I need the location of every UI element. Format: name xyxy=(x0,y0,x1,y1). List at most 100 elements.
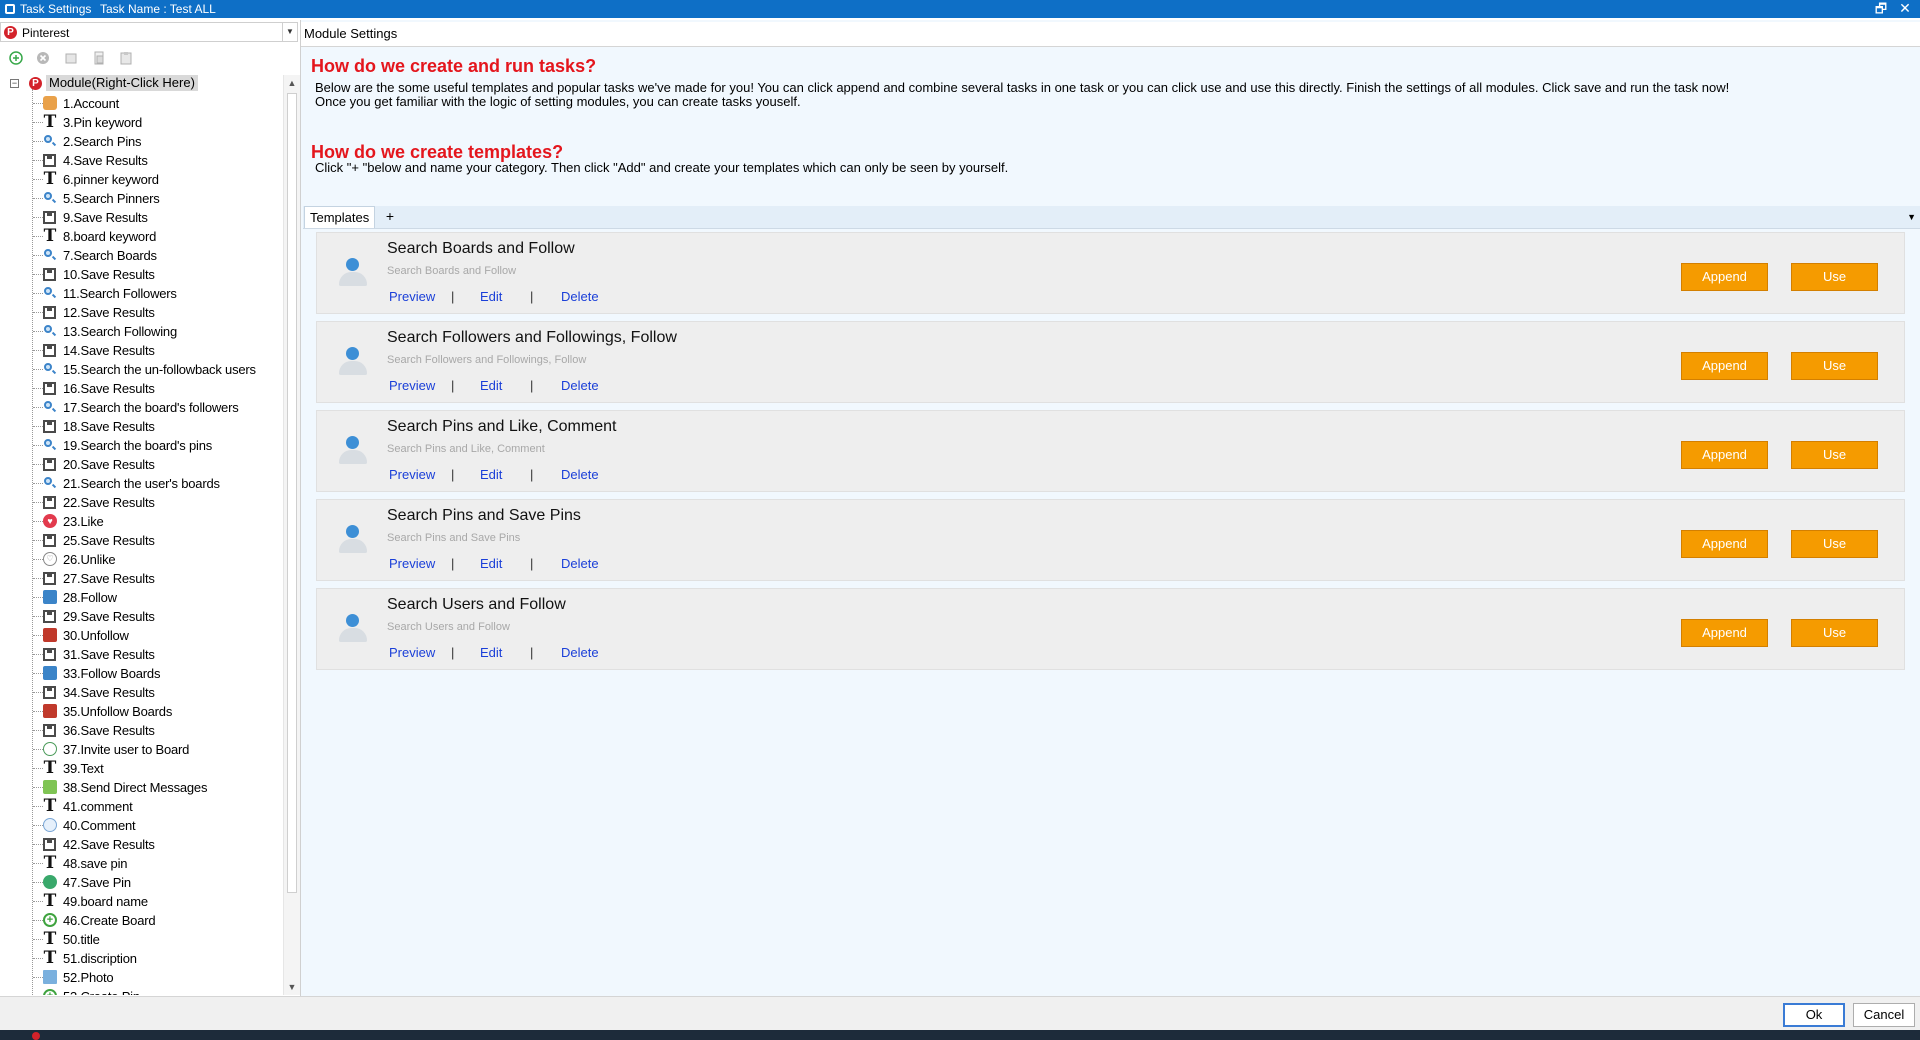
tree-item-label[interactable]: 17.Search the board's followers xyxy=(63,400,239,415)
tree-item-label[interactable]: 11.Search Followers xyxy=(63,286,177,301)
preview-link[interactable]: Preview xyxy=(389,467,435,482)
tree-item-label[interactable]: 28.Follow xyxy=(63,590,117,605)
paste-icon[interactable] xyxy=(92,51,106,65)
tree-item[interactable]: 12.Save Results xyxy=(0,303,283,322)
append-button[interactable]: Append xyxy=(1681,352,1768,380)
tree-item[interactable]: T 39.Text xyxy=(0,759,283,778)
tree-item-label[interactable]: 3.Pin keyword xyxy=(63,115,142,130)
tree-item-label[interactable]: 14.Save Results xyxy=(63,343,155,358)
tree-item-label[interactable]: 12.Save Results xyxy=(63,305,155,320)
tree-item[interactable]: 21.Search the user's boards xyxy=(0,474,283,493)
tree-item-label[interactable]: 8.board keyword xyxy=(63,229,156,244)
pinterest-taskbar-icon[interactable] xyxy=(32,1032,40,1040)
tree-item[interactable]: T 50.title xyxy=(0,930,283,949)
tree-item[interactable]: 2.Search Pins xyxy=(0,132,283,151)
delete-link[interactable]: Delete xyxy=(561,645,599,660)
collapse-icon[interactable]: − xyxy=(10,79,19,88)
preview-link[interactable]: Preview xyxy=(389,645,435,660)
tree-item[interactable]: T 51.discription xyxy=(0,949,283,968)
edit-link[interactable]: Edit xyxy=(480,289,502,304)
tree-item[interactable]: 7.Search Boards xyxy=(0,246,283,265)
close-icon[interactable]: ✕ xyxy=(1894,0,1916,18)
remove-icon[interactable] xyxy=(36,51,50,65)
tree-scrollbar[interactable]: ▲ ▼ xyxy=(283,75,300,995)
tree-item[interactable]: 5.Search Pinners xyxy=(0,189,283,208)
tree-item-label[interactable]: 31.Save Results xyxy=(63,647,155,662)
clipboard-icon[interactable] xyxy=(119,51,133,65)
tree-item-label[interactable]: 35.Unfollow Boards xyxy=(63,704,172,719)
tree-item-label[interactable]: 47.Save Pin xyxy=(63,875,131,890)
tree-item[interactable]: 40.Comment xyxy=(0,816,283,835)
tree-item[interactable]: T 8.board keyword xyxy=(0,227,283,246)
delete-link[interactable]: Delete xyxy=(561,556,599,571)
scroll-up-icon[interactable]: ▲ xyxy=(284,75,300,91)
append-button[interactable]: Append xyxy=(1681,441,1768,469)
tree-item-label[interactable]: 27.Save Results xyxy=(63,571,155,586)
tree-item[interactable]: T 3.Pin keyword xyxy=(0,113,283,132)
ok-button[interactable]: Ok xyxy=(1783,1003,1845,1027)
tree-item[interactable]: 35.Unfollow Boards xyxy=(0,702,283,721)
tree-item[interactable]: 25.Save Results xyxy=(0,531,283,550)
tree-item[interactable]: 38.Send Direct Messages xyxy=(0,778,283,797)
tree-item[interactable]: 16.Save Results xyxy=(0,379,283,398)
tree-item-label[interactable]: 30.Unfollow xyxy=(63,628,129,643)
tree-item-label[interactable]: 34.Save Results xyxy=(63,685,155,700)
tree-item[interactable]: 14.Save Results xyxy=(0,341,283,360)
tree-item-label[interactable]: 5.Search Pinners xyxy=(63,191,160,206)
tree-item-label[interactable]: 40.Comment xyxy=(63,818,136,833)
tree-item[interactable]: 19.Search the board's pins xyxy=(0,436,283,455)
tree-item-label[interactable]: 46.Create Board xyxy=(63,913,156,928)
tree-item[interactable]: ♡ 26.Unlike xyxy=(0,550,283,569)
tree-item-label[interactable]: 36.Save Results xyxy=(63,723,155,738)
edit-link[interactable]: Edit xyxy=(480,645,502,660)
tree-item-label[interactable]: 18.Save Results xyxy=(63,419,155,434)
delete-link[interactable]: Delete xyxy=(561,289,599,304)
tree-item-label[interactable]: 23.Like xyxy=(63,514,104,529)
tree-item-label[interactable]: 33.Follow Boards xyxy=(63,666,160,681)
tree-item-label[interactable]: 41.comment xyxy=(63,799,133,814)
use-button[interactable]: Use xyxy=(1791,441,1878,469)
tree-item-label[interactable]: 26.Unlike xyxy=(63,552,116,567)
tree-item-label[interactable]: 16.Save Results xyxy=(63,381,155,396)
preview-link[interactable]: Preview xyxy=(389,289,435,304)
tree-item[interactable]: 15.Search the un-followback users xyxy=(0,360,283,379)
tree-item-label[interactable]: 10.Save Results xyxy=(63,267,155,282)
scroll-down-icon[interactable]: ▼ xyxy=(284,979,300,995)
tree-item[interactable]: 30.Unfollow xyxy=(0,626,283,645)
tree-item[interactable]: 28.Follow xyxy=(0,588,283,607)
tab-templates[interactable]: Templates xyxy=(304,206,376,228)
tree-item[interactable]: +53.Create Pin xyxy=(0,987,283,995)
tree-item[interactable]: 11.Search Followers xyxy=(0,284,283,303)
tree-item[interactable]: ♥ 23.Like xyxy=(0,512,283,531)
tree-item[interactable]: 22.Save Results xyxy=(0,493,283,512)
tree-item-label[interactable]: 38.Send Direct Messages xyxy=(63,780,207,795)
use-button[interactable]: Use xyxy=(1791,619,1878,647)
tabs-dropdown-icon[interactable]: ▼ xyxy=(1907,206,1916,228)
delete-link[interactable]: Delete xyxy=(561,378,599,393)
use-button[interactable]: Use xyxy=(1791,352,1878,380)
append-button[interactable]: Append xyxy=(1681,619,1768,647)
tree-item[interactable]: 13.Search Following xyxy=(0,322,283,341)
use-button[interactable]: Use xyxy=(1791,263,1878,291)
platform-selector[interactable]: P Pinterest ▼ xyxy=(0,22,298,42)
tree-item-label[interactable]: 20.Save Results xyxy=(63,457,155,472)
tree-item[interactable]: +46.Create Board xyxy=(0,911,283,930)
tree-item-label[interactable]: 22.Save Results xyxy=(63,495,155,510)
tree-item-label[interactable]: 49.board name xyxy=(63,894,148,909)
tree-item[interactable]: T 49.board name xyxy=(0,892,283,911)
tree-item[interactable]: 18.Save Results xyxy=(0,417,283,436)
tree-item-label[interactable]: 25.Save Results xyxy=(63,533,155,548)
delete-link[interactable]: Delete xyxy=(561,467,599,482)
tree-item-label[interactable]: 13.Search Following xyxy=(63,324,177,339)
edit-link[interactable]: Edit xyxy=(480,556,502,571)
tree-item[interactable]: 27.Save Results xyxy=(0,569,283,588)
tree-item[interactable]: 34.Save Results xyxy=(0,683,283,702)
chevron-down-icon[interactable]: ▼ xyxy=(282,23,297,41)
tree-item[interactable]: T 48.save pin xyxy=(0,854,283,873)
edit-link[interactable]: Edit xyxy=(480,378,502,393)
tree-item[interactable]: 10.Save Results xyxy=(0,265,283,284)
tree-item-label[interactable]: 21.Search the user's boards xyxy=(63,476,220,491)
tree-item[interactable]: 52.Photo xyxy=(0,968,283,987)
tree-item[interactable]: 17.Search the board's followers xyxy=(0,398,283,417)
tree-item[interactable]: 42.Save Results xyxy=(0,835,283,854)
